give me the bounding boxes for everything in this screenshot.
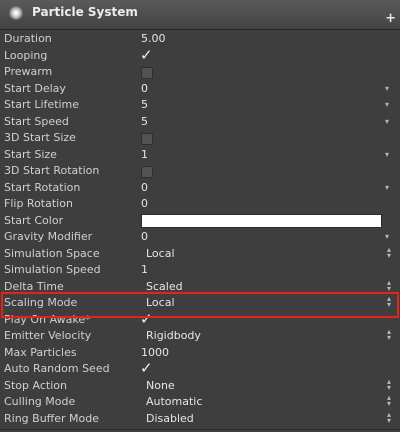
updown-chevron-icon[interactable]: ▴ ▾ <box>385 377 393 392</box>
property-label: Start Rotation <box>4 180 81 194</box>
enum-dropdown[interactable]: Disabled <box>146 412 194 426</box>
checkbox[interactable] <box>141 67 153 79</box>
value-field[interactable]: 5 <box>141 98 148 112</box>
property-label: Simulation Speed <box>4 263 101 276</box>
property-row-auto-random-seed: Auto Random Seed ✓ <box>0 360 400 378</box>
value-field[interactable]: 0 <box>141 230 148 244</box>
property-row-ring-buffer-mode: Ring Buffer Mode Disabled ▴ ▾ <box>0 410 400 428</box>
property-label: Start Size <box>4 147 57 161</box>
property-label: Delta Time <box>4 279 64 293</box>
curve-mode-dropdown-icon[interactable]: ▾ <box>385 231 389 243</box>
property-label: Ring Buffer Mode <box>4 411 100 425</box>
property-row-duration: Duration 5.00 <box>0 31 400 48</box>
enum-dropdown[interactable]: Automatic <box>146 395 202 409</box>
property-label: Gravity Modifier <box>4 230 93 243</box>
property-label: Stop Action <box>4 378 67 392</box>
updown-chevron-icon[interactable]: ▴ ▾ <box>385 328 393 342</box>
property-row-culling-mode: Culling Mode Automatic ▴ ▾ <box>0 394 400 411</box>
particle-system-icon <box>9 6 23 20</box>
property-row-simulation-space: Simulation Space Local ▴ ▾ <box>0 245 400 263</box>
chevron-down-icon: ▾ <box>386 300 391 309</box>
curve-mode-dropdown-icon[interactable]: ▾ <box>385 149 389 161</box>
updown-chevron-icon[interactable]: ▴ ▾ <box>385 278 393 293</box>
property-row-start-rotation: Start Rotation 0 ▾ <box>0 180 400 197</box>
property-label: Simulation Space <box>4 246 100 260</box>
property-row-stop-action: Stop Action None ▴ ▾ <box>0 377 400 395</box>
updown-chevron-icon[interactable]: ▴ ▾ <box>385 394 393 408</box>
enum-dropdown[interactable]: Scaled <box>146 280 183 294</box>
updown-chevron-icon[interactable]: ▴ ▾ <box>385 245 393 260</box>
checkbox[interactable] <box>141 133 153 145</box>
chevron-down-icon: ▾ <box>386 250 391 260</box>
property-row-max-particles: Max Particles 1000 <box>0 345 400 362</box>
checkmark-icon[interactable]: ✓ <box>140 311 153 327</box>
property-label: 3D Start Rotation <box>4 164 100 177</box>
add-icon[interactable]: + <box>385 12 396 25</box>
divider <box>0 429 400 430</box>
property-row-prewarm: Prewarm <box>0 64 400 81</box>
property-label: Emitter Velocity <box>4 329 92 342</box>
curve-mode-dropdown-icon[interactable]: ▾ <box>385 182 389 194</box>
value-field[interactable]: 1 <box>141 148 148 162</box>
curve-mode-dropdown-icon[interactable]: ▾ <box>385 116 389 128</box>
property-label: Start Color <box>4 213 64 227</box>
enum-dropdown[interactable]: Rigidbody <box>146 329 201 343</box>
property-row-start-speed: Start Speed 5 ▾ <box>0 114 400 131</box>
property-row-emitter-velocity: Emitter Velocity Rigidbody ▴ ▾ <box>0 328 400 345</box>
chevron-down-icon: ▾ <box>386 382 391 392</box>
value-field[interactable]: 5.00 <box>141 32 166 46</box>
value-field[interactable]: 5 <box>141 115 148 129</box>
property-label: Max Particles <box>4 345 77 359</box>
property-label: Flip Rotation <box>4 197 73 210</box>
enum-dropdown[interactable]: Local <box>146 296 175 310</box>
updown-chevron-icon[interactable]: ▴ ▾ <box>385 295 393 309</box>
property-label: Start Lifetime <box>4 98 80 111</box>
property-row-start-size: Start Size 1 ▾ <box>0 147 400 164</box>
chevron-down-icon: ▾ <box>386 399 391 408</box>
value-field[interactable]: 1000 <box>141 346 169 360</box>
property-label: Auto Random Seed <box>4 362 110 375</box>
property-label: Culling Mode <box>4 395 76 408</box>
property-row-start-color: Start Color <box>0 213 400 230</box>
property-row-3d-start-rotation: 3D Start Rotation <box>0 163 400 180</box>
property-label: Play On Awake* <box>4 312 91 326</box>
property-row-scaling-mode: Scaling Mode Local ▴ ▾ <box>0 295 400 312</box>
checkmark-icon[interactable]: ✓ <box>140 47 153 63</box>
property-list: Duration 5.00 Looping ✓ Prewarm Start Delay 0 ▾… <box>0 31 400 427</box>
enum-dropdown[interactable]: Local <box>146 247 175 261</box>
component-header[interactable]: Particle System + <box>0 0 400 30</box>
value-field[interactable]: 0 <box>141 197 148 211</box>
property-label: Duration <box>4 32 52 45</box>
particle-system-panel: Particle System + Duration 5.00 Looping ✓ Pr… <box>0 0 400 432</box>
chevron-down-icon: ▾ <box>386 283 391 293</box>
value-field[interactable]: 1 <box>141 263 148 277</box>
value-field[interactable]: 0 <box>141 181 148 195</box>
curve-mode-dropdown-icon[interactable]: ▾ <box>385 83 389 95</box>
property-label: Start Speed <box>4 114 69 128</box>
enum-dropdown[interactable]: None <box>146 379 175 393</box>
property-row-gravity-modifier: Gravity Modifier 0 ▾ <box>0 229 400 246</box>
property-label: Start Delay <box>4 81 66 95</box>
curve-mode-dropdown-icon[interactable]: ▾ <box>385 99 389 111</box>
property-row-play-on-awake: Play On Awake* ✓ <box>0 311 400 329</box>
chevron-down-icon: ▾ <box>386 333 391 342</box>
property-label: Looping <box>4 48 48 62</box>
chevron-down-icon: ▾ <box>386 415 391 425</box>
property-row-looping: Looping ✓ <box>0 47 400 65</box>
property-label: 3D Start Size <box>4 131 76 144</box>
color-swatch[interactable] <box>141 213 382 228</box>
property-row-flip-rotation: Flip Rotation 0 <box>0 196 400 213</box>
component-title: Particle System <box>32 5 138 19</box>
property-label: Prewarm <box>4 65 53 78</box>
updown-chevron-icon[interactable]: ▴ ▾ <box>385 410 393 425</box>
checkbox[interactable] <box>141 166 153 178</box>
property-row-start-delay: Start Delay 0 ▾ <box>0 81 400 98</box>
value-field[interactable]: 0 <box>141 82 148 96</box>
property-row-start-lifetime: Start Lifetime 5 ▾ <box>0 97 400 114</box>
property-label: Scaling Mode <box>4 296 78 309</box>
property-row-3d-start-size: 3D Start Size <box>0 130 400 147</box>
property-row-delta-time: Delta Time Scaled ▴ ▾ <box>0 278 400 296</box>
property-row-simulation-speed: Simulation Speed 1 <box>0 262 400 279</box>
checkmark-icon[interactable]: ✓ <box>140 360 153 376</box>
